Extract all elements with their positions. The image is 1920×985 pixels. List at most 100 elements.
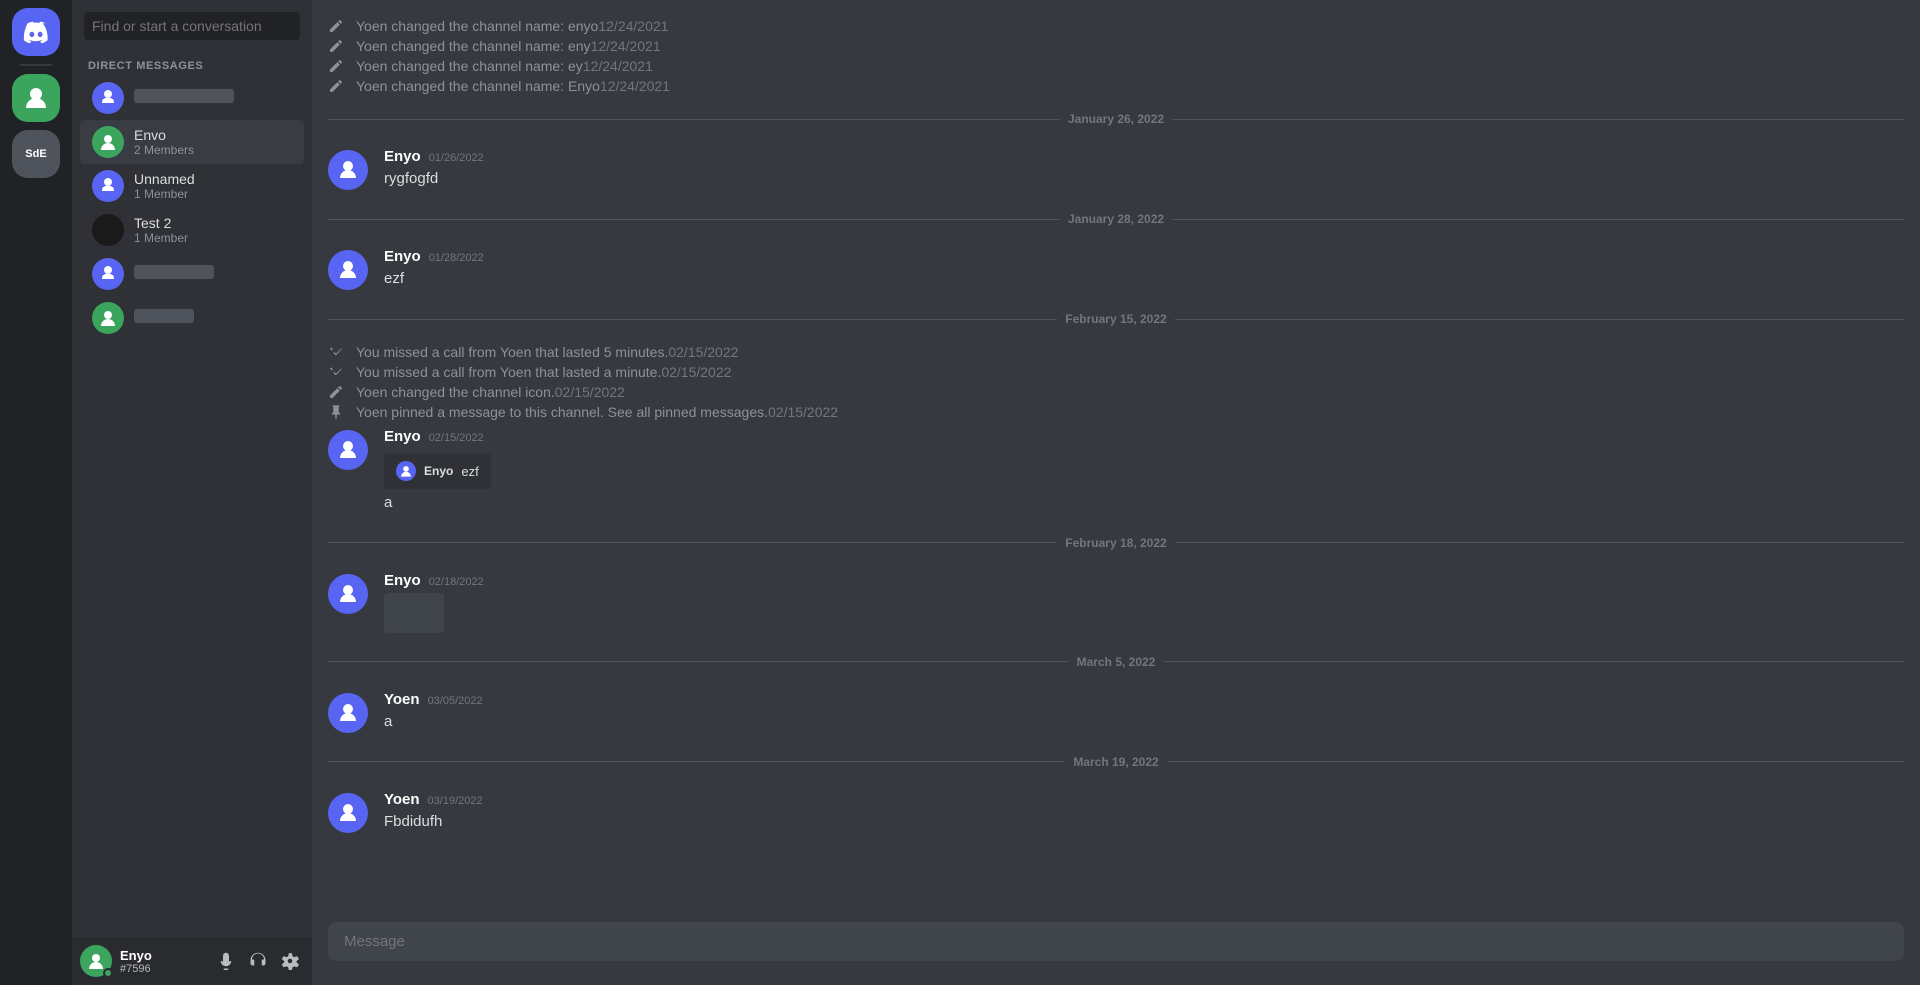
sde-label: SdE [25, 148, 46, 160]
pinned-author: Enyo [424, 464, 453, 478]
msg-author-enyo-2: Enyo [384, 248, 421, 265]
msg-header-6: Yoen 03/19/2022 [384, 791, 1904, 808]
chat-area: Yoen changed the channel name: enyo12/24… [312, 0, 1920, 985]
msg-author-enyo-1: Enyo [384, 148, 421, 165]
user-controls [212, 947, 304, 975]
msg-header-4: Enyo 02/18/2022 [384, 572, 1904, 589]
msg-timestamp-6: 03/19/2022 [428, 795, 483, 807]
msg-avatar-enyo-4 [328, 574, 368, 614]
server-icon-envo[interactable] [12, 74, 60, 122]
dm-avatar-redacted2 [92, 258, 124, 290]
dm-avatar-redacted3 [92, 302, 124, 334]
user-info: Enyo #7596 [120, 948, 204, 975]
dm-avatar-test2 [92, 214, 124, 246]
user-status-avatar [80, 945, 112, 977]
dm-section-label: Direct Messages [72, 52, 312, 76]
feb15-sys-2: You missed a call from Yoen that lasted … [312, 362, 1920, 382]
dm-panel: Direct Messages Envo 2 Members [72, 0, 312, 985]
system-msg-3-text: Yoen changed the channel name: ey12/24/2… [356, 58, 653, 74]
date-divider-feb18: February 18, 2022 [312, 520, 1920, 566]
system-msg-4-text: Yoen changed the channel name: Enyo12/24… [356, 78, 670, 94]
msg-header-1: Enyo 01/26/2022 [384, 148, 1904, 165]
feb15-sys-3-text: Yoen changed the channel icon.02/15/2022 [356, 384, 625, 400]
msg-text-1: rygfogfd [384, 169, 1904, 190]
dm-item-redacted3[interactable] [80, 296, 304, 340]
msg-avatar-enyo-2 [328, 250, 368, 290]
msg-avatar-enyo-1 [328, 150, 368, 190]
message-group-1: Enyo 01/26/2022 rygfogfd [312, 146, 1920, 192]
system-msg-4: Yoen changed the channel name: Enyo12/24… [312, 76, 1920, 96]
pencil-icon-1 [328, 18, 344, 34]
dm-sub-unnamed: 1 Member [134, 187, 296, 201]
dm-info-redacted2 [134, 265, 296, 284]
user-name: Enyo [120, 948, 204, 963]
user-status-bar: Enyo #7596 [72, 937, 312, 985]
system-msg-1-text: Yoen changed the channel name: enyo12/24… [356, 18, 668, 34]
server-divider [20, 64, 52, 66]
dm-avatar-envo [92, 126, 124, 158]
pinned-message-preview: Enyo ezf [384, 453, 491, 489]
msg-content-1: Enyo 01/26/2022 rygfogfd [384, 148, 1904, 190]
feb15-sys-3: Yoen changed the channel icon.02/15/2022 [312, 382, 1920, 402]
feb15-sys-2-text: You missed a call from Yoen that lasted … [356, 364, 731, 380]
server-icon-sde[interactable]: SdE [12, 130, 60, 178]
dm-name-test2: Test 2 [134, 215, 296, 231]
message-input[interactable] [344, 933, 1888, 950]
dm-name-redacted3 [134, 309, 194, 323]
msg-header-5: Yoen 03/05/2022 [384, 691, 1904, 708]
message-group-6: Yoen 03/19/2022 Fbdidufh [312, 789, 1920, 835]
headset-button[interactable] [244, 947, 272, 975]
dm-avatar-redacted1 [92, 82, 124, 114]
server-bar: SdE [0, 0, 72, 985]
msg-avatar-enyo-3 [328, 430, 368, 470]
message-group-3: Enyo 02/15/2022 Enyo ezf a [312, 426, 1920, 516]
pencil-icon-feb15 [328, 384, 344, 400]
feb15-sys-4: Yoen pinned a message to this channel. S… [312, 402, 1920, 422]
dm-item-test2[interactable]: Test 2 1 Member [80, 208, 304, 252]
msg-text-3: a [384, 493, 1904, 514]
chat-input-box [328, 922, 1904, 961]
dm-search-input[interactable] [84, 12, 300, 40]
user-tag: #7596 [120, 963, 204, 975]
dm-name-unnamed: Unnamed [134, 171, 296, 187]
msg-content-3: Enyo 02/15/2022 Enyo ezf a [384, 428, 1904, 514]
dm-item-redacted2[interactable] [80, 252, 304, 296]
dm-item-unnamed[interactable]: Unnamed 1 Member [80, 164, 304, 208]
msg-content-5: Yoen 03/05/2022 a [384, 691, 1904, 733]
pencil-icon-2 [328, 38, 344, 54]
msg-header-2: Enyo 01/28/2022 [384, 248, 1904, 265]
dm-name-redacted2 [134, 265, 214, 279]
dm-avatar-unnamed [92, 170, 124, 202]
microphone-button[interactable] [212, 947, 240, 975]
phone-missed-icon-2 [328, 364, 344, 380]
settings-button[interactable] [276, 947, 304, 975]
msg-timestamp-2: 01/28/2022 [429, 252, 484, 264]
msg-text-6: Fbdidufh [384, 812, 1904, 833]
msg-timestamp-1: 01/26/2022 [429, 152, 484, 164]
msg-timestamp-4: 02/18/2022 [429, 576, 484, 588]
pencil-icon-3 [328, 58, 344, 74]
date-divider-mar19: March 19, 2022 [312, 739, 1920, 785]
chat-input-area [312, 922, 1920, 985]
dm-item-redacted1[interactable] [80, 76, 304, 120]
msg-timestamp-5: 03/05/2022 [428, 695, 483, 707]
pin-icon-feb15 [328, 404, 344, 420]
pinned-text: ezf [461, 464, 478, 479]
dm-name-envo: Envo [134, 127, 296, 143]
message-group-4: Enyo 02/18/2022 [312, 570, 1920, 635]
msg-author-enyo-3: Enyo [384, 428, 421, 445]
dm-info-test2: Test 2 1 Member [134, 215, 296, 245]
server-icon-discord[interactable] [12, 8, 60, 56]
system-msg-2: Yoen changed the channel name: eny12/24/… [312, 36, 1920, 56]
pencil-icon-4 [328, 78, 344, 94]
dm-info-redacted3 [134, 309, 296, 328]
dm-item-envo[interactable]: Envo 2 Members [80, 120, 304, 164]
chat-messages[interactable]: Yoen changed the channel name: enyo12/24… [312, 0, 1920, 922]
msg-author-yoen-2: Yoen [384, 791, 420, 808]
msg-text-5: a [384, 712, 1904, 733]
feb15-sys-4-text: Yoen pinned a message to this channel. S… [356, 404, 838, 420]
msg-content-4: Enyo 02/18/2022 [384, 572, 1904, 633]
date-divider-feb15: February 15, 2022 [312, 296, 1920, 342]
message-group-2: Enyo 01/28/2022 ezf [312, 246, 1920, 292]
dm-info-unnamed: Unnamed 1 Member [134, 171, 296, 201]
